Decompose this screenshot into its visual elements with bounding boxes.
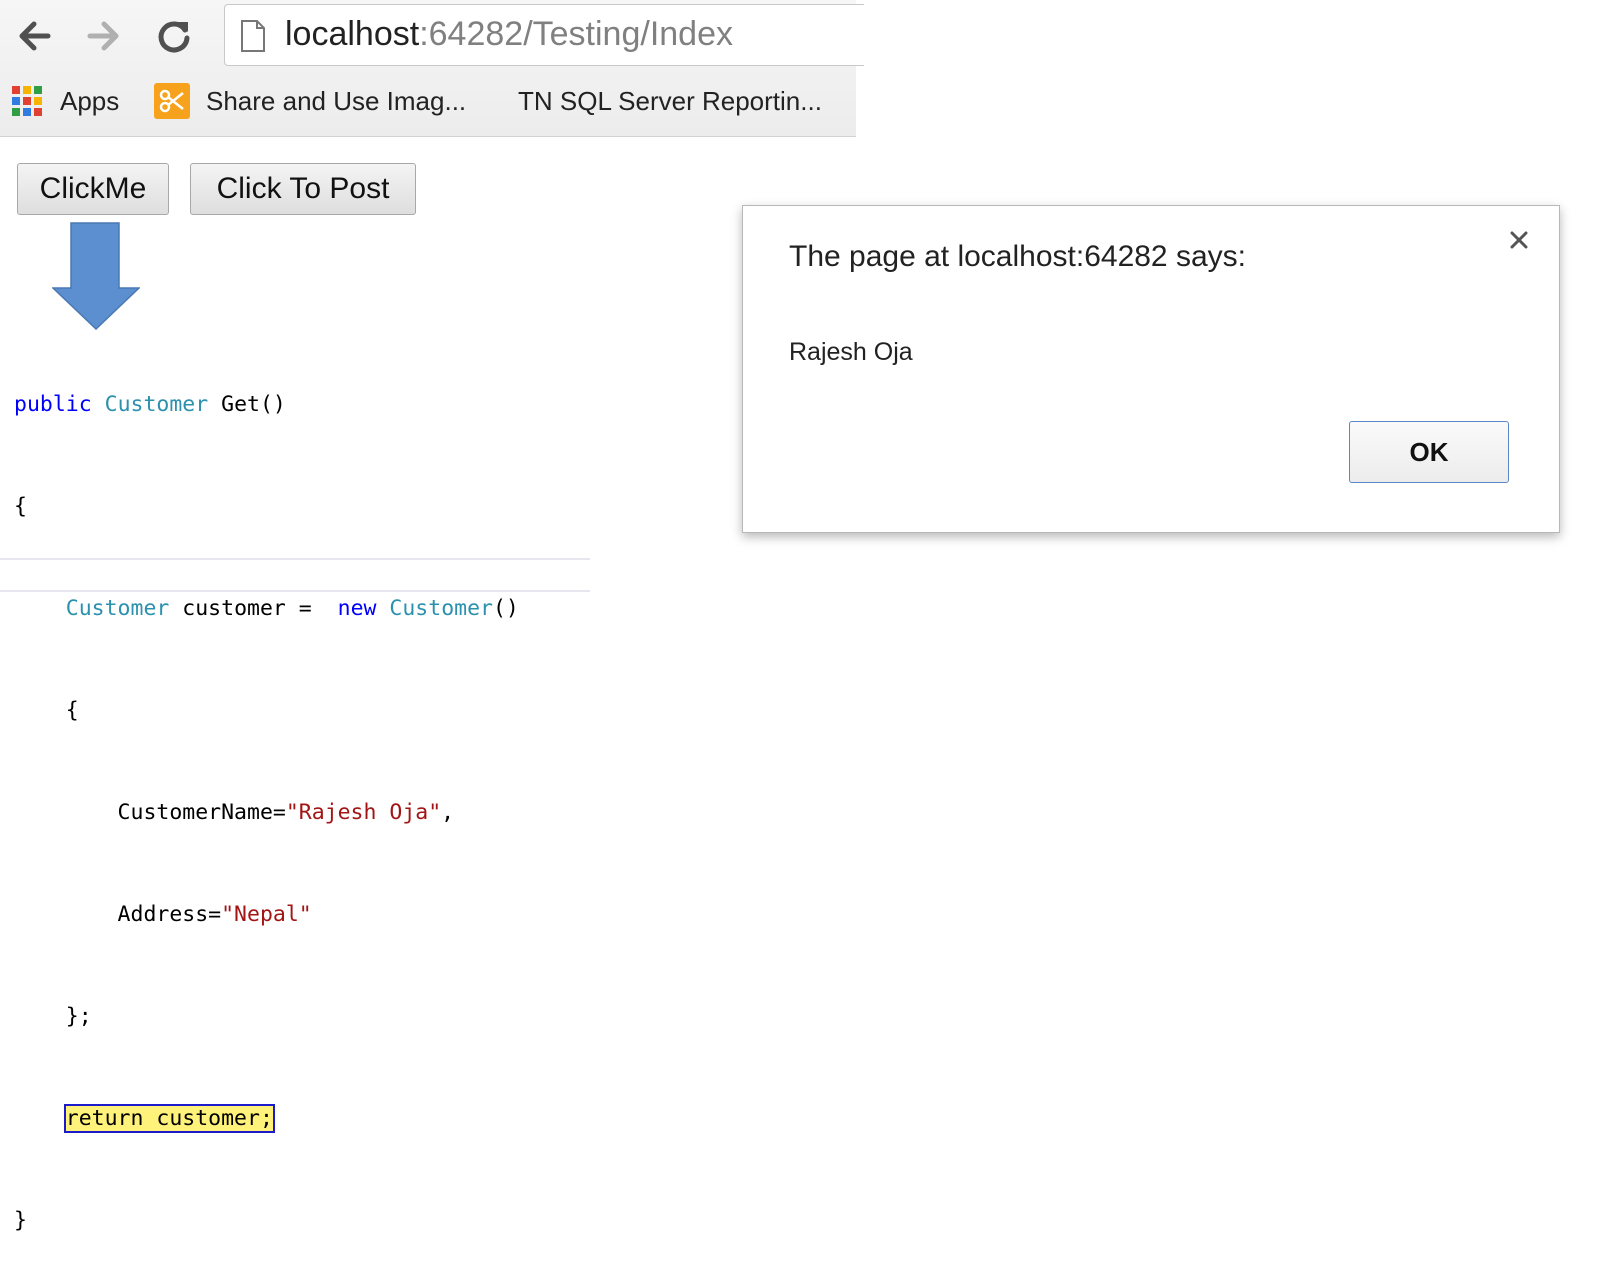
- code-line: public Customer Get(): [14, 392, 286, 417]
- url-text: localhost:64282/Testing/Index: [285, 15, 733, 54]
- down-arrow-icon: [52, 222, 140, 330]
- close-icon: [1510, 231, 1528, 249]
- dialog-message: Rajesh Oja: [789, 338, 913, 366]
- scissors-icon: [154, 83, 190, 119]
- forward-button[interactable]: [82, 14, 126, 58]
- code-line: }: [14, 1208, 27, 1233]
- click-me-button[interactable]: ClickMe: [17, 163, 169, 215]
- dialog-title: The page at localhost:64282 says:: [789, 240, 1246, 273]
- bookmark-sql-reporting[interactable]: TN SQL Server Reportin...: [518, 78, 822, 124]
- code-line: Address="Nepal": [14, 902, 312, 927]
- back-arrow-icon: [19, 21, 51, 51]
- close-button[interactable]: [1505, 226, 1533, 254]
- code-line: Customer customer = new Customer(): [65, 596, 519, 621]
- code-snippet: public Customer Get() { Customer custome…: [14, 320, 519, 1272]
- url-host: localhost: [285, 15, 420, 53]
- forward-arrow-icon: [87, 21, 119, 51]
- bookmark-label: Apps: [60, 85, 120, 116]
- bookmark-label: Share and Use Imag...: [206, 85, 467, 116]
- reload-icon: [158, 21, 190, 53]
- code-line: {: [14, 698, 79, 723]
- click-to-post-button[interactable]: Click To Post: [190, 163, 416, 215]
- code-line: return customer;: [14, 1102, 519, 1136]
- code-line: CustomerName="Rajesh Oja",: [14, 800, 455, 825]
- page-icon: [241, 20, 265, 52]
- bookmark-apps[interactable]: Apps: [12, 78, 119, 124]
- bookmarks-bar: Apps Share and Use Imag... TN SQL Server…: [0, 78, 856, 126]
- url-path: :64282/Testing/Index: [419, 15, 733, 53]
- highlighted-statement: return customer;: [63, 1104, 275, 1133]
- reload-button[interactable]: [152, 14, 196, 58]
- back-button[interactable]: [12, 14, 56, 58]
- bookmark-share-images[interactable]: Share and Use Imag...: [154, 78, 466, 124]
- code-line: {: [14, 494, 27, 519]
- bookmark-label: TN SQL Server Reportin...: [518, 85, 822, 116]
- alert-dialog: The page at localhost:64282 says: Rajesh…: [742, 205, 1560, 533]
- address-bar[interactable]: localhost:64282/Testing/Index: [224, 4, 864, 66]
- code-line: };: [14, 1004, 92, 1029]
- browser-chrome: localhost:64282/Testing/Index Apps Share…: [0, 0, 864, 137]
- ok-button[interactable]: OK: [1349, 421, 1509, 483]
- apps-grid-icon: [12, 86, 42, 116]
